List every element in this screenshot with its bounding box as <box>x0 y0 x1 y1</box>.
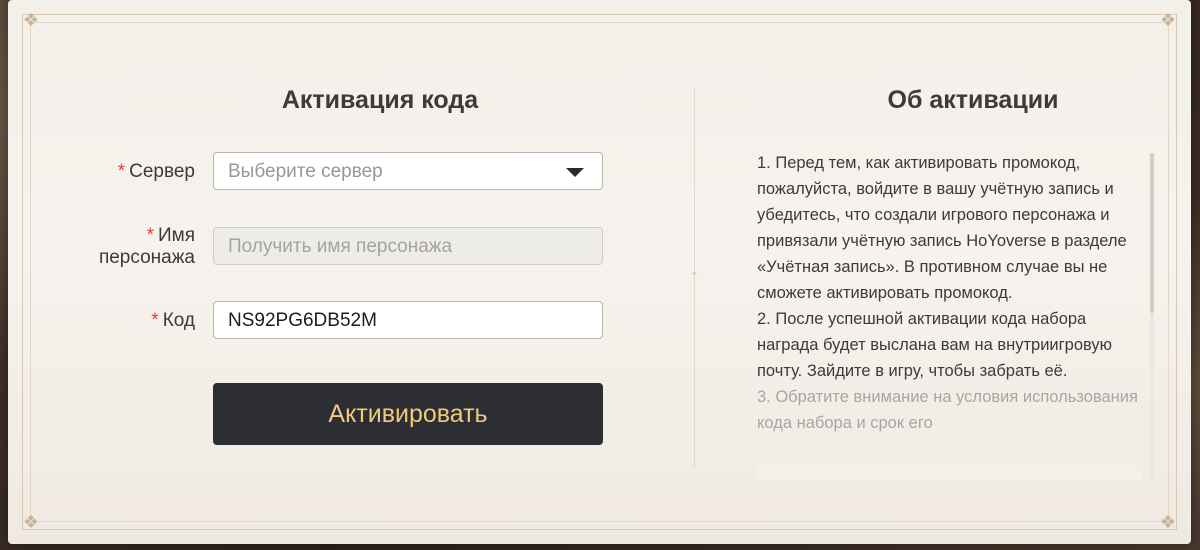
character-label-line1: Имя <box>157 225 195 246</box>
required-mark: * <box>146 225 154 246</box>
required-mark: * <box>117 161 126 182</box>
ornament-corner-icon: ❖ <box>22 10 40 31</box>
scrollbar-track[interactable] <box>1150 153 1154 479</box>
activation-title: Активация кода <box>281 86 479 114</box>
character-label-line2: персонажа <box>98 247 195 268</box>
ornament-corner-icon: ❖ <box>1159 512 1177 533</box>
activate-button[interactable]: Активировать <box>213 383 603 445</box>
about-paragraph: 1. Перед тем, как активировать промокод,… <box>757 154 1127 302</box>
code-label-text: Код <box>162 310 195 331</box>
ornament-corner-icon: ❖ <box>1159 10 1177 31</box>
divider-ornament-icon: ✦ <box>690 269 699 280</box>
code-input-value: NS92PG6DB52M <box>228 310 377 331</box>
redeem-card: ❖ ❖ ❖ ❖ Активация кода * Сервер Выберите … <box>8 0 1191 544</box>
about-paragraph: 3. Обратите внимание на условия использо… <box>757 388 1138 432</box>
server-label-text: Сервер <box>129 161 195 182</box>
server-select-placeholder: Выберите сервер <box>228 161 383 182</box>
code-label: * Код <box>151 310 195 332</box>
required-mark: * <box>151 310 159 331</box>
server-select[interactable]: Выберите сервер <box>213 152 603 190</box>
ornament-corner-icon: ❖ <box>22 512 40 533</box>
character-name-placeholder: Получить имя персонажа <box>228 236 453 257</box>
text-fade-overlay <box>757 440 1142 480</box>
scrollbar-thumb[interactable] <box>1150 153 1154 313</box>
character-name-field: Получить имя персонажа <box>213 227 603 265</box>
about-title: Об активации <box>887 86 1059 114</box>
about-text-scroll-area[interactable]: 1. Перед тем, как активировать промокод,… <box>757 150 1142 480</box>
character-label: * Имя персонажа <box>99 225 195 269</box>
code-input[interactable]: NS92PG6DB52M <box>213 301 603 339</box>
triangle-down-icon <box>566 168 584 177</box>
server-label: * Сервер <box>118 161 195 183</box>
about-paragraph: 2. После успешной активации кода набора … <box>757 310 1113 380</box>
